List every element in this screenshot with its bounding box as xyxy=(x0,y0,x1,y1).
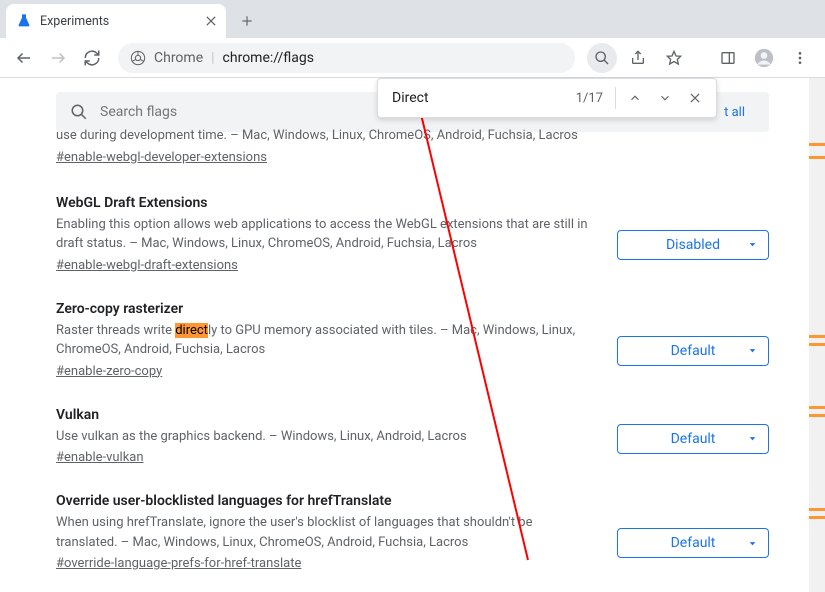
flag-description: When using hrefTranslate, ignore the use… xyxy=(56,513,597,552)
flag-description: Enabling this option allows web applicat… xyxy=(56,215,597,254)
find-tick xyxy=(809,414,825,417)
find-prev-button[interactable] xyxy=(620,83,650,113)
flag-title: Vulkan xyxy=(56,407,597,423)
tab-experiments[interactable]: Experiments xyxy=(6,4,226,38)
search-icon xyxy=(70,103,88,121)
flag-value: Disabled xyxy=(666,237,720,253)
find-count: 1/17 xyxy=(576,91,603,106)
back-button[interactable] xyxy=(10,44,38,72)
find-tick xyxy=(809,143,825,146)
chevron-down-icon xyxy=(747,538,758,549)
flag-item: Zero-copy rasterizer Raster threads writ… xyxy=(56,273,769,379)
flag-item: use during development time. – Mac, Wind… xyxy=(56,132,769,165)
flag-value: Default xyxy=(671,343,716,359)
flag-dropdown[interactable]: Default xyxy=(617,336,769,366)
omnibox-prefix: Chrome xyxy=(154,50,203,66)
flag-link[interactable]: #enable-zero-copy xyxy=(56,364,162,379)
flag-title: Zero-copy rasterizer xyxy=(56,301,597,317)
flag-item: Override user-blocklisted languages for … xyxy=(56,465,769,571)
divider xyxy=(615,87,616,109)
address-bar[interactable]: Chrome | chrome://flags xyxy=(118,43,575,73)
bookmark-button[interactable] xyxy=(659,43,689,73)
profile-button[interactable] xyxy=(749,43,779,73)
flag-value: Default xyxy=(671,535,716,551)
find-tick xyxy=(809,335,825,338)
search-highlight: direct xyxy=(175,323,208,338)
flask-icon xyxy=(16,13,32,29)
flag-value: Default xyxy=(671,431,716,447)
flag-title: Override user-blocklisted languages for … xyxy=(56,493,597,509)
find-tick xyxy=(809,343,825,346)
chevron-down-icon xyxy=(747,345,758,356)
flag-description: Use vulkan as the graphics backend. – Wi… xyxy=(56,427,597,447)
find-input[interactable] xyxy=(392,90,576,106)
flag-description: use during development time. – Mac, Wind… xyxy=(56,126,597,146)
find-tick xyxy=(809,406,825,409)
close-icon[interactable] xyxy=(206,16,216,26)
reset-all-button[interactable]: t all xyxy=(714,105,755,120)
chevron-down-icon xyxy=(747,239,758,250)
zoom-button[interactable] xyxy=(587,43,617,73)
flag-dropdown[interactable]: Default xyxy=(617,528,769,558)
flag-link[interactable]: #enable-webgl-developer-extensions xyxy=(56,150,267,165)
find-close-button[interactable] xyxy=(680,83,710,113)
tab-strip: Experiments xyxy=(0,0,825,38)
flag-dropdown[interactable]: Disabled xyxy=(617,230,769,260)
find-next-button[interactable] xyxy=(650,83,680,113)
find-tick xyxy=(809,156,825,159)
flag-link[interactable]: #enable-webgl-draft-extensions xyxy=(56,258,238,273)
omnibox-separator: | xyxy=(211,50,214,66)
chrome-logo-icon xyxy=(130,50,146,66)
forward-button[interactable] xyxy=(44,44,72,72)
chevron-down-icon xyxy=(747,433,758,444)
find-tick xyxy=(809,516,825,519)
new-tab-button[interactable] xyxy=(232,6,262,36)
flag-title: WebGL Draft Extensions xyxy=(56,195,597,211)
page-content: t all use during development time. – Mac… xyxy=(0,78,825,580)
reload-button[interactable] xyxy=(78,44,106,72)
menu-button[interactable] xyxy=(785,43,815,73)
flag-item: WebGL Draft Extensions Enabling this opt… xyxy=(56,165,769,273)
flag-description: Raster threads write directly to GPU mem… xyxy=(56,321,597,360)
find-tick xyxy=(809,508,825,511)
side-panel-button[interactable] xyxy=(713,43,743,73)
browser-toolbar: Chrome | chrome://flags xyxy=(0,38,825,78)
omnibox-url: chrome://flags xyxy=(223,50,314,66)
flag-item: Vulkan Use vulkan as the graphics backen… xyxy=(56,379,769,466)
scrollbar[interactable] xyxy=(809,78,825,592)
find-in-page-bar: 1/17 xyxy=(377,78,717,118)
tab-title: Experiments xyxy=(40,14,198,29)
flag-dropdown[interactable]: Default xyxy=(617,424,769,454)
share-button[interactable] xyxy=(623,43,653,73)
flag-link[interactable]: #override-language-prefs-for-href-transl… xyxy=(56,556,301,571)
flag-link[interactable]: #enable-vulkan xyxy=(56,450,144,465)
